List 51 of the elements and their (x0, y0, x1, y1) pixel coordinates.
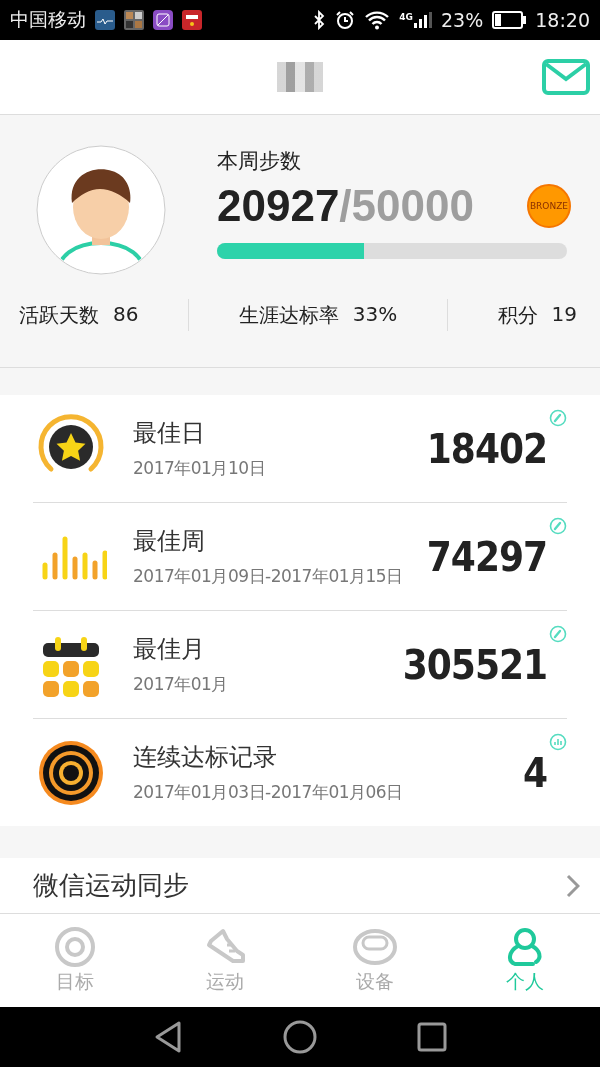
step-goal: /50000 (339, 181, 474, 230)
wifi-icon (364, 10, 391, 30)
nav-tab[interactable]: 个人 (450, 914, 600, 1007)
carrier-name: 中国移动 (10, 7, 86, 32)
pencil-icon[interactable] (549, 409, 567, 427)
record-title: 最佳月 (133, 634, 206, 665)
back-icon[interactable] (153, 1020, 183, 1054)
bluetooth-icon (312, 10, 327, 30)
record-value: 305521 (402, 641, 547, 688)
bronze-badge: BRONZE (527, 184, 571, 228)
alarm-icon (335, 10, 356, 30)
gallery-notification-icon (153, 10, 173, 30)
record-date: 2017年01月10日 (133, 457, 267, 480)
record-title: 最佳周 (133, 526, 206, 557)
app-notification-icon (95, 10, 115, 30)
band-icon (353, 926, 397, 967)
stat-label: 生涯达标率 (238, 301, 339, 329)
nav-tab[interactable]: 目标 (0, 914, 150, 1007)
stat-value: 86 (113, 301, 139, 328)
step-count: 20927 (217, 181, 340, 230)
record-title: 连续达标记录 (133, 742, 278, 773)
target-icon (53, 926, 97, 967)
stat-value: 33% (352, 301, 398, 328)
app-notification-icon (124, 10, 144, 30)
record-value: 4 (522, 749, 547, 796)
chevron-right-icon (566, 873, 580, 898)
signal-icon (414, 12, 432, 28)
stat-label: 积分 (497, 301, 538, 329)
record-date: 2017年01月03日-2017年01月06日 (133, 781, 404, 804)
stat-label: 活跃天数 (19, 301, 99, 329)
record-value: 74297 (426, 533, 547, 580)
network-type: 4G (399, 12, 413, 22)
stat-value: 19 (551, 301, 577, 328)
pencil-icon[interactable] (549, 517, 567, 535)
clock-time: 18:20 (535, 9, 590, 31)
mail-icon[interactable] (542, 59, 590, 95)
nav-tab[interactable]: 运动 (150, 914, 300, 1007)
battery-icon (492, 11, 527, 29)
home-icon[interactable] (283, 1020, 317, 1054)
blurred-title (277, 62, 323, 92)
pencil-icon[interactable] (549, 625, 567, 643)
app-notification-icon (182, 10, 202, 30)
nav-tab[interactable]: 设备 (300, 914, 450, 1007)
record-date: 2017年01月 (133, 673, 229, 696)
chart-icon[interactable] (549, 733, 567, 751)
battery-percent: 23% (441, 9, 484, 31)
record-value: 18402 (426, 425, 547, 472)
recents-icon[interactable] (417, 1022, 447, 1052)
record-title: 最佳日 (133, 418, 206, 449)
weekly-steps-label: 本周步数 (217, 148, 302, 175)
record-date: 2017年01月09日-2017年01月15日 (133, 565, 404, 588)
